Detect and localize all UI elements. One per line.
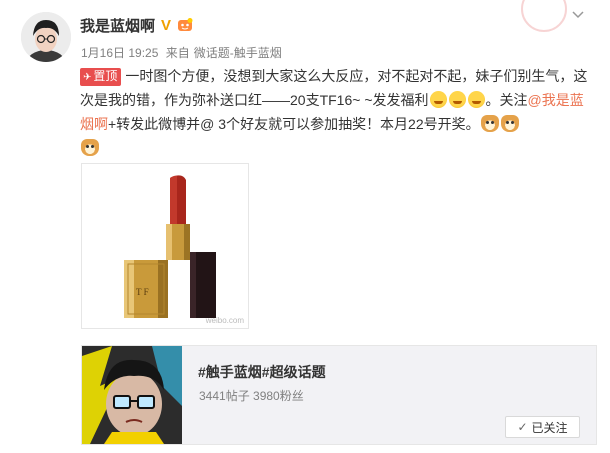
post-date[interactable]: 1月16日 19:25 <box>81 46 158 60</box>
topic-card-image[interactable] <box>82 346 182 444</box>
post-text-part2: 。关注 <box>485 92 528 108</box>
doge-emoji-icon <box>81 139 99 156</box>
image-watermark: weibo.com <box>205 316 244 325</box>
doge-emoji-icon <box>480 115 499 132</box>
topic-stats: 3441帖子 3980粉丝 <box>199 389 304 403</box>
check-icon: ✓ <box>517 420 528 434</box>
verified-icon: V <box>161 16 172 34</box>
username[interactable]: 我是蓝烟啊 <box>80 15 155 36</box>
chevron-down-icon[interactable] <box>571 8 585 22</box>
post-text: ✈ 置顶 一时图个方便，没想到大家这么大反应，对不起对不起，妹子们别生气，这次是我的… <box>80 64 595 160</box>
followed-label: 已关注 <box>531 420 568 435</box>
name-row: 我是蓝烟啊 V <box>80 15 193 35</box>
via-prefix: 来自 <box>165 46 190 60</box>
user-avatar[interactable] <box>21 12 71 62</box>
followed-button[interactable]: ✓ 已关注 <box>505 416 580 438</box>
svg-text:T F: T F <box>136 287 149 297</box>
laugh-cry-emoji-icon <box>467 91 485 108</box>
pin-icon: ✈ <box>83 72 92 83</box>
post-text-part3: +转发此微博并@ 3个好友就可以参加抽奖！本月22号开奖。 <box>108 116 480 132</box>
fan-badge-icon <box>177 17 193 33</box>
post-source[interactable]: 微话题-触手蓝烟 <box>194 46 282 60</box>
doge-emoji-icon <box>500 115 519 132</box>
stamp-decoration <box>521 0 567 32</box>
post-image-lipstick[interactable]: T F weibo.com <box>81 163 249 329</box>
topic-card[interactable]: #触手蓝烟#超级话题 3441帖子 3980粉丝 ✓ 已关注 <box>81 345 597 445</box>
weibo-post: 我是蓝烟啊 V 1月16日 19:25 来自 微话题-触手蓝烟 ✈ 置顶 一时图个方便… <box>0 0 610 453</box>
laugh-cry-emoji-icon <box>448 91 466 108</box>
pinned-badge: ✈ 置顶 <box>80 68 122 86</box>
post-meta: 1月16日 19:25 来自 微话题-触手蓝烟 <box>81 44 286 61</box>
laugh-cry-emoji-icon <box>429 91 447 108</box>
topic-title[interactable]: #触手蓝烟#超级话题 <box>198 362 326 382</box>
